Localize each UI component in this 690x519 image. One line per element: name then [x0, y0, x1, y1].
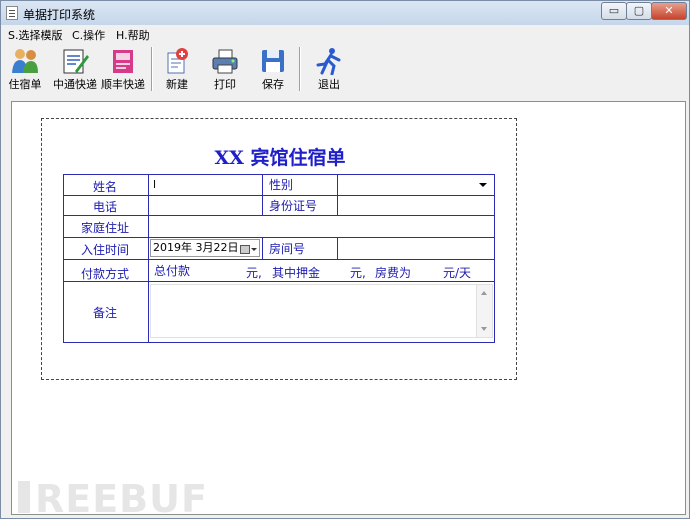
label-phone: 电话	[93, 200, 118, 214]
label-id-number: 身份证号	[269, 199, 318, 213]
watermark-logo-bar	[18, 481, 30, 513]
close-button[interactable]: ✕	[651, 2, 687, 20]
toolbar-button-save[interactable]: 保存	[255, 45, 291, 93]
label-address: 家庭住址	[81, 221, 130, 235]
chevron-down-icon	[479, 183, 487, 187]
label-gender: 性别	[269, 178, 294, 192]
toolbar-label: 中通快递	[53, 78, 97, 91]
print-page: XX 宾馆住宿单 姓名 l 性别 电话 身份证号 家庭住址 入住时间 2019年…	[41, 118, 517, 380]
form-title: XX 宾馆住宿单	[214, 147, 346, 169]
toolbar-button-sf-express[interactable]: 顺丰快递	[99, 45, 147, 93]
menu-help[interactable]: H.帮助	[116, 27, 150, 43]
save-disk-icon	[262, 50, 284, 72]
title-bar: 单据打印系统 ▭ ▢ ✕	[1, 1, 689, 25]
label-yuan: 元,	[350, 266, 366, 280]
label-total-payment: 总付款	[154, 264, 191, 278]
label-deposit: 其中押金	[272, 266, 321, 280]
menu-operation[interactable]: C.操作	[72, 27, 105, 43]
table-rule	[148, 175, 149, 342]
print-icon	[212, 49, 238, 74]
edit-document-icon	[63, 49, 89, 74]
app-icon	[6, 6, 18, 20]
table-rule	[262, 175, 263, 215]
remarks-textarea[interactable]	[150, 284, 493, 338]
label-room-number: 房间号	[269, 242, 306, 256]
window-title: 单据打印系统	[23, 8, 96, 22]
scroll-down-arrow-icon[interactable]	[481, 327, 487, 331]
room-number-input[interactable]	[339, 239, 493, 257]
checkin-date-value: 2019年 3月22日	[153, 241, 239, 254]
toolbar-button-zto-express[interactable]: 中通快递	[51, 45, 99, 93]
label-remarks: 备注	[93, 306, 118, 320]
toolbar-label: 打印	[214, 78, 236, 91]
toolbar-label: 新建	[166, 78, 188, 91]
maximize-button[interactable]: ▢	[626, 2, 652, 20]
toolbar-label: 住宿单	[8, 78, 42, 91]
total-payment-input[interactable]	[197, 262, 243, 279]
new-document-icon	[167, 48, 188, 74]
name-input[interactable]: l	[150, 176, 260, 194]
remarks-scrollbar[interactable]	[476, 285, 492, 337]
label-yuan: 元,	[246, 266, 262, 280]
table-rule	[64, 215, 494, 216]
toolbar-label: 保存	[262, 78, 284, 91]
running-man-icon	[316, 48, 341, 75]
gender-select[interactable]	[339, 176, 493, 194]
app-window: 单据打印系统 ▭ ▢ ✕ S.选择模版 C.操作 H.帮助 住宿单 中通快递 顺…	[0, 0, 690, 519]
lodging-form-table: 姓名 l 性别 电话 身份证号 家庭住址 入住时间 2019年 3月22日 房间…	[63, 174, 495, 343]
toolbar-button-print[interactable]: 打印	[207, 45, 243, 93]
label-per-day: 元/天	[443, 266, 472, 280]
people-icon	[12, 49, 38, 73]
table-rule	[337, 175, 338, 215]
toolbar-button-new[interactable]: 新建	[159, 45, 195, 93]
toolbar-separator	[151, 47, 153, 91]
table-rule	[64, 195, 494, 196]
table-rule	[64, 237, 494, 238]
watermark-text: REEBUF	[35, 477, 208, 519]
scroll-up-arrow-icon[interactable]	[481, 291, 487, 295]
calendar-dropdown-icon[interactable]	[238, 242, 257, 256]
minimize-button[interactable]: ▭	[601, 2, 627, 20]
book-icon	[113, 50, 133, 73]
menu-bar: S.选择模版 C.操作 H.帮助	[1, 25, 689, 43]
table-rule	[64, 259, 494, 260]
phone-input[interactable]	[150, 197, 260, 214]
label-name: 姓名	[93, 180, 118, 194]
toolbar-separator	[299, 47, 301, 91]
label-room-fee: 房费为	[375, 266, 412, 280]
table-rule	[337, 237, 338, 259]
toolbar-label: 顺丰快递	[101, 78, 145, 91]
address-input[interactable]	[150, 217, 493, 235]
toolbar-button-lodging-form[interactable]: 住宿单	[5, 45, 45, 93]
deposit-input[interactable]	[322, 262, 348, 279]
menu-select-template[interactable]: S.选择模版	[8, 27, 62, 43]
label-checkin-time: 入住时间	[81, 243, 130, 257]
table-rule	[262, 237, 263, 259]
toolbar-label: 退出	[318, 78, 340, 91]
checkin-date-picker[interactable]: 2019年 3月22日	[150, 239, 260, 257]
document-workspace: XX 宾馆住宿单 姓名 l 性别 电话 身份证号 家庭住址 入住时间 2019年…	[11, 101, 686, 515]
toolbar-button-exit[interactable]: 退出	[311, 45, 347, 93]
id-number-input[interactable]	[339, 197, 493, 214]
room-fee-input[interactable]	[416, 262, 442, 279]
label-payment-method: 付款方式	[81, 267, 130, 281]
toolbar: 住宿单 中通快递 顺丰快递 新建 打印 保存 退出	[1, 43, 689, 95]
